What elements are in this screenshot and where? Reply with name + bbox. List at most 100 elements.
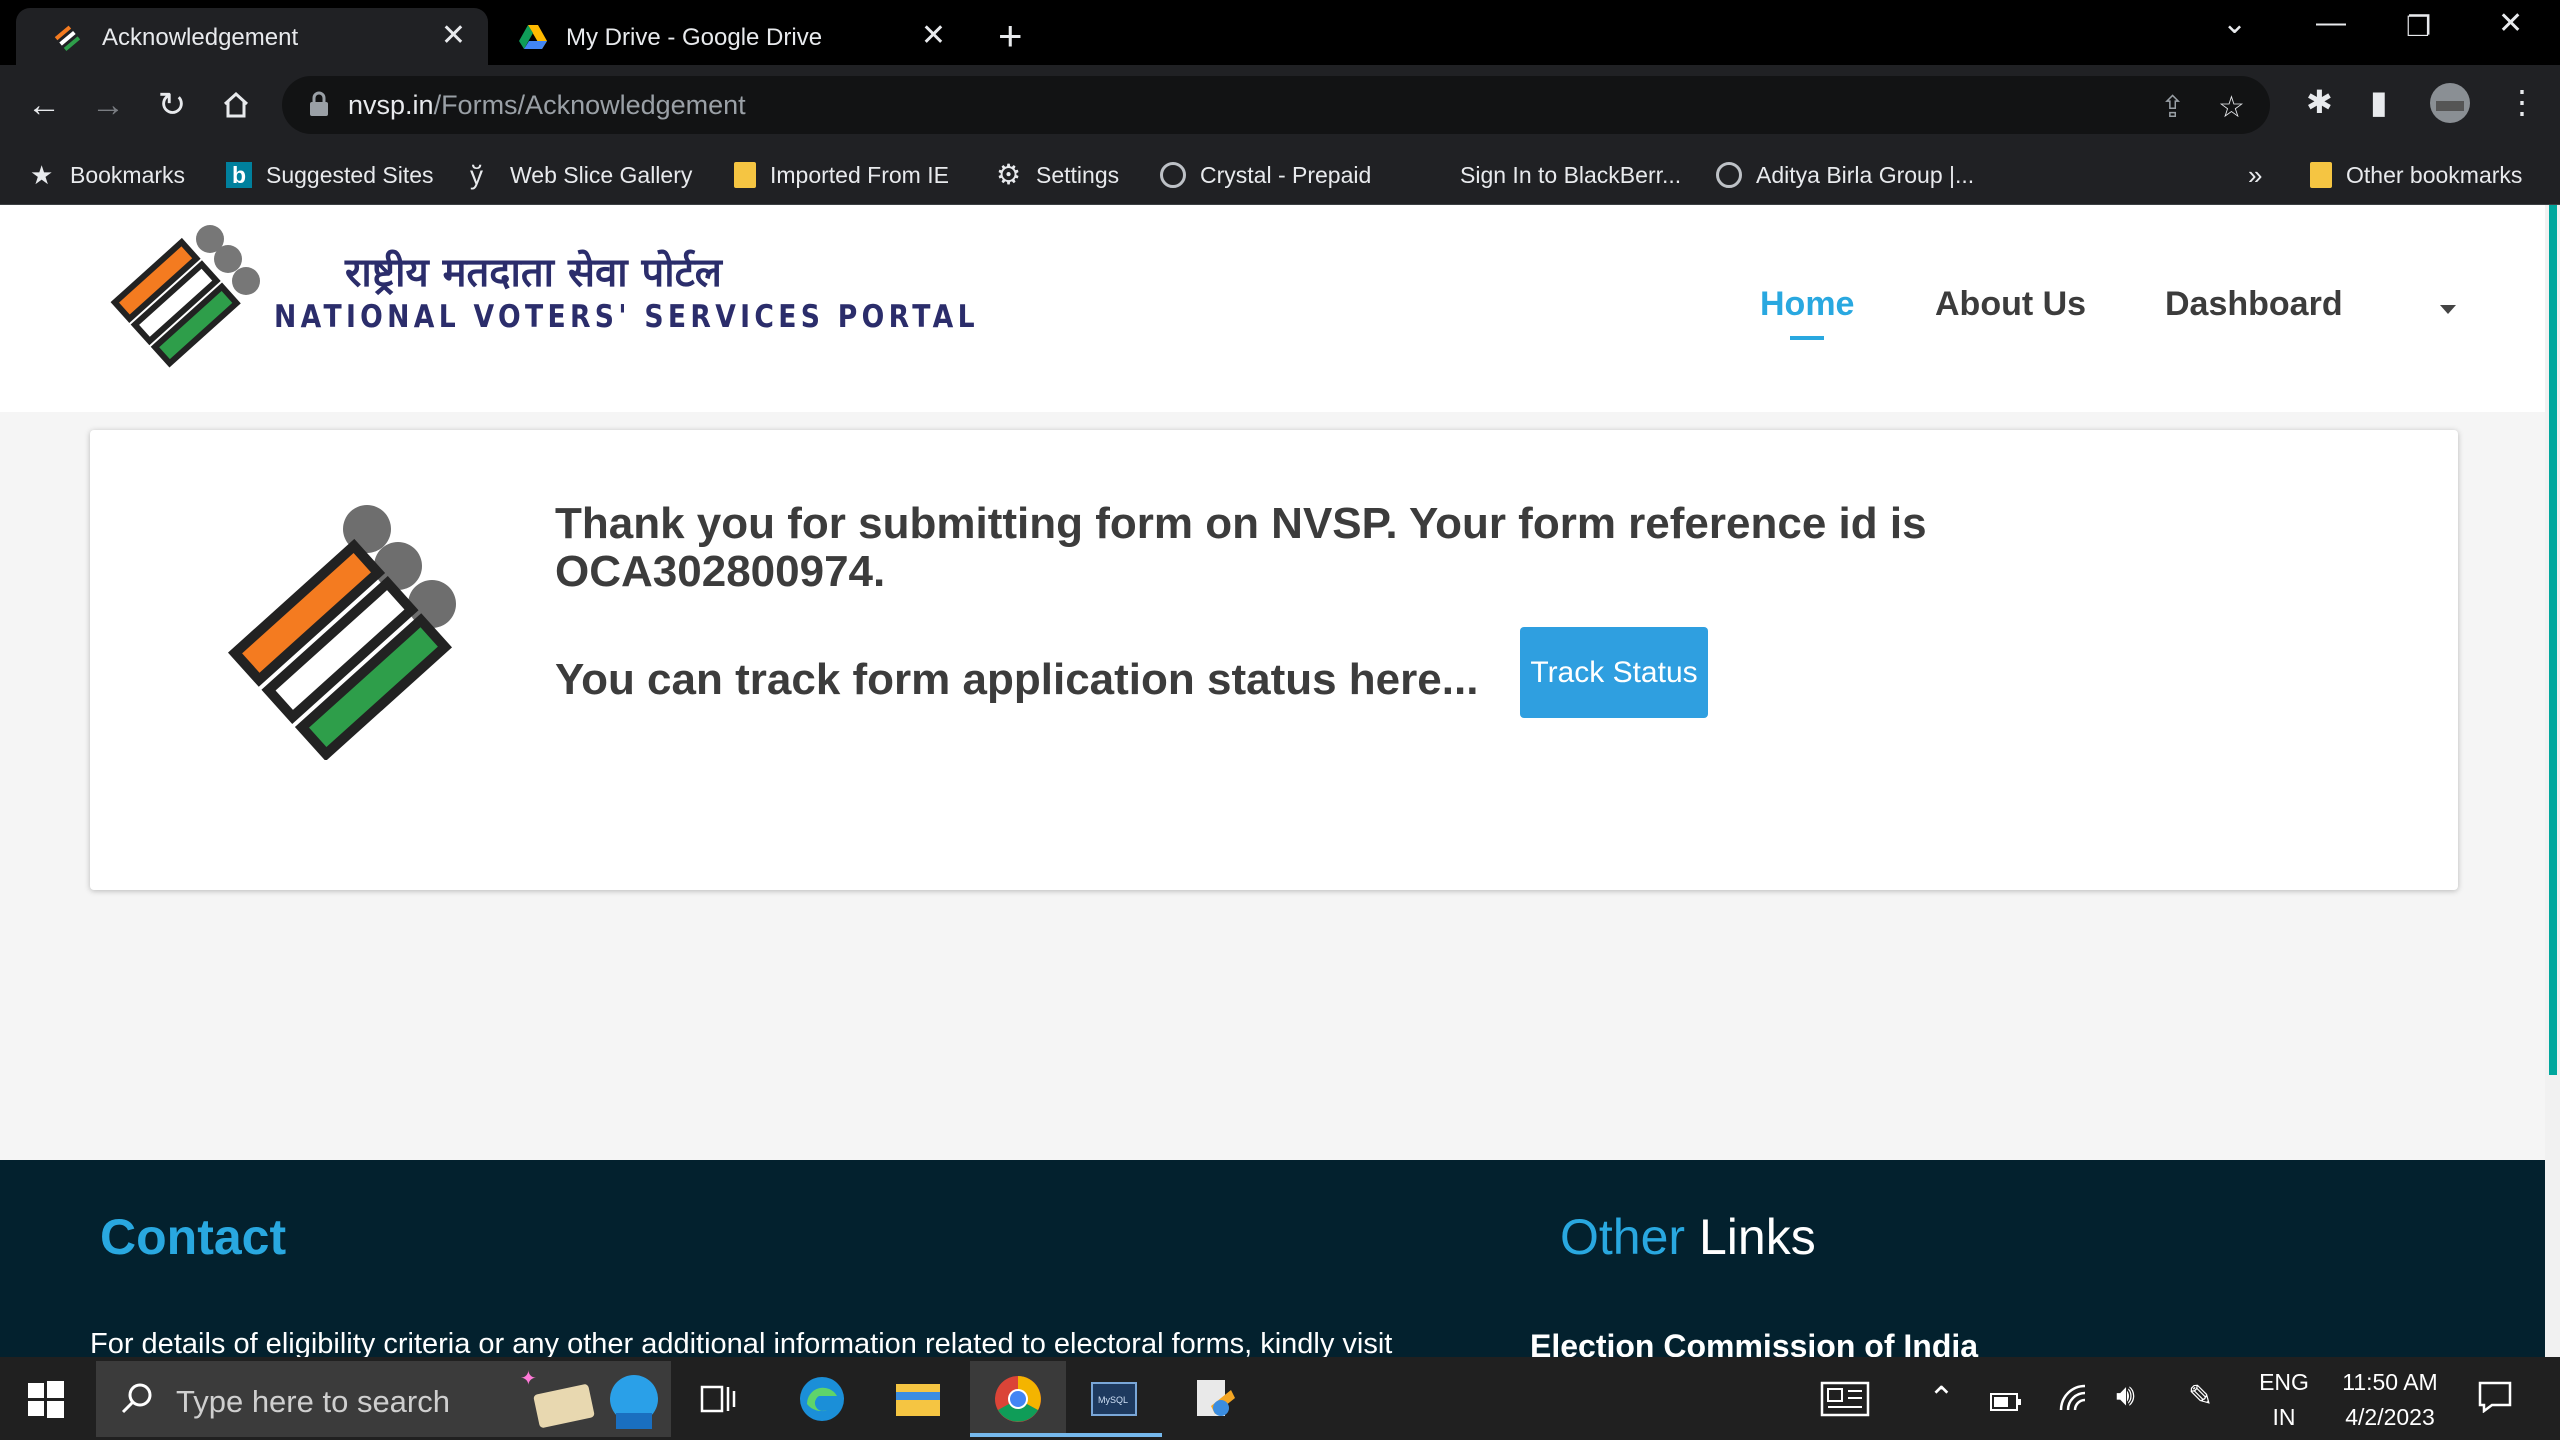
- tab-search-chevron-icon[interactable]: ⌄: [2222, 6, 2247, 41]
- windows-taskbar: Type here to search ✦ MySQL ⌃ 🔊︎ ✎ ENG I…: [0, 1357, 2560, 1440]
- url-text: nvsp.in/Forms/Acknowledgement: [348, 90, 746, 121]
- tab-title: Acknowledgement: [102, 24, 299, 51]
- nav-dashboard[interactable]: Dashboard: [2165, 285, 2343, 324]
- close-tab-icon[interactable]: ✕: [441, 18, 466, 53]
- overflow-chevron-icon: »: [2248, 159, 2263, 190]
- close-window-icon[interactable]: ✕: [2498, 6, 2523, 41]
- windows-start-icon[interactable]: [26, 1379, 66, 1419]
- clock-date: 4/2/2023: [2345, 1404, 2435, 1430]
- taskbar-search-box[interactable]: Type here to search ✦: [96, 1361, 671, 1437]
- forward-icon[interactable]: →: [84, 81, 132, 129]
- clock[interactable]: 11:50 AM 4/2/2023: [2330, 1369, 2450, 1431]
- track-status-button[interactable]: Track Status: [1520, 627, 1708, 718]
- nav-about-us[interactable]: About Us: [1935, 285, 2086, 324]
- search-placeholder: Type here to search: [176, 1384, 450, 1419]
- dropdown-caret-icon[interactable]: [2440, 305, 2456, 314]
- nav-home[interactable]: Home: [1760, 285, 1854, 340]
- bookmark-label: Crystal - Prepaid: [1200, 161, 1372, 188]
- svg-text:MySQL: MySQL: [1098, 1395, 1128, 1405]
- side-panel-icon[interactable]: ▮: [2370, 83, 2388, 121]
- bookmark-other-bookmarks[interactable]: Other bookmarks: [2310, 155, 2522, 195]
- footer-other-links-heading: Other Links: [1560, 1208, 1816, 1266]
- bookmark-label: Bookmarks: [70, 161, 186, 188]
- bookmark-suggested-sites[interactable]: b Suggested Sites: [226, 155, 434, 195]
- acknowledgement-card: Thank you for submitting form on NVSP. Y…: [90, 430, 2458, 890]
- search-highlight-illustration-icon: ✦: [520, 1368, 658, 1429]
- bookmark-aditya-birla[interactable]: Aditya Birla Group |...: [1716, 155, 1974, 195]
- chrome-menu-icon[interactable]: ⋮: [2506, 83, 2538, 121]
- brand-name-hindi: राष्ट्रीय मतदाता सेवा पोर्टल: [345, 249, 722, 296]
- home-icon[interactable]: [212, 81, 260, 129]
- notifications-icon[interactable]: [2478, 1381, 2512, 1421]
- bookmark-label: Suggested Sites: [266, 161, 434, 188]
- star-icon: ★: [30, 160, 54, 190]
- footer-contact-text: For details of eligibility criteria or a…: [90, 1328, 1393, 1357]
- language-indicator[interactable]: ENG IN: [2254, 1369, 2314, 1431]
- tab-google-drive[interactable]: My Drive - Google Drive ✕: [496, 8, 968, 65]
- chrome-taskbar-icon[interactable]: [970, 1361, 1066, 1437]
- browser-tab-strip: Acknowledgement ✕ My Drive - Google Driv…: [0, 0, 2560, 65]
- bookmark-label: Other bookmarks: [2346, 161, 2523, 188]
- page-viewport: राष्ट्रीय मतदाता सेवा पोर्टल NATIONAL VO…: [0, 205, 2560, 1357]
- profile-avatar[interactable]: [2428, 81, 2472, 133]
- gear-icon: ⚙: [996, 159, 1022, 190]
- folder-icon: [734, 162, 756, 188]
- reload-icon[interactable]: ↻: [148, 81, 196, 129]
- lock-icon[interactable]: [308, 90, 330, 118]
- scrollbar-thumb[interactable]: [2549, 205, 2557, 1075]
- bookmarks-overflow-button[interactable]: »: [2248, 155, 2262, 195]
- google-drive-icon: [519, 25, 547, 49]
- pen-icon[interactable]: ✎: [2188, 1379, 2213, 1414]
- bookmark-label: Imported From IE: [770, 161, 949, 188]
- back-icon[interactable]: ←: [20, 81, 68, 129]
- battery-icon[interactable]: [1990, 1387, 2022, 1421]
- tab-acknowledgement[interactable]: Acknowledgement ✕: [16, 8, 488, 65]
- restore-icon[interactable]: ❐: [2406, 10, 2431, 43]
- bookmark-settings[interactable]: ⚙ Settings: [996, 155, 1119, 195]
- clock-time: 11:50 AM: [2342, 1369, 2438, 1395]
- bookmark-bookmarks[interactable]: ★ Bookmarks: [30, 155, 185, 195]
- url-host: nvsp.in: [348, 90, 434, 120]
- bookmarks-bar: ★ Bookmarks b Suggested Sites ў Web Slic…: [0, 145, 2560, 205]
- folder-icon: [2310, 162, 2332, 188]
- search-icon: [121, 1383, 152, 1414]
- tab-title: My Drive - Google Drive: [566, 24, 823, 51]
- brand-name-english: NATIONAL VOTERS' SERVICES PORTAL: [274, 299, 979, 335]
- bookmark-web-slice-gallery[interactable]: ў Web Slice Gallery: [470, 155, 692, 195]
- browser-toolbar: ← → ↻ nvsp.in/Forms/Acknowledgement ⇪ ☆ …: [0, 65, 2560, 145]
- eci-logo[interactable]: [100, 217, 270, 387]
- bookmark-imported-from-ie[interactable]: Imported From IE: [734, 155, 949, 195]
- new-tab-button[interactable]: +: [998, 12, 1023, 60]
- bookmark-crystal-prepaid[interactable]: Crystal - Prepaid: [1160, 155, 1371, 195]
- volume-icon[interactable]: 🔊︎: [2116, 1379, 2135, 1413]
- close-tab-icon[interactable]: ✕: [921, 18, 946, 53]
- installer-taskbar-icon[interactable]: [1166, 1361, 1262, 1437]
- svg-text:✦: ✦: [520, 1368, 537, 1390]
- track-status-text: You can track form application status he…: [555, 655, 1479, 704]
- bookmark-label: Aditya Birla Group |...: [1756, 161, 1975, 188]
- bookmark-label: Settings: [1036, 161, 1120, 188]
- globe-icon: [1716, 162, 1742, 188]
- globe-icon: [1160, 162, 1186, 188]
- address-bar[interactable]: nvsp.in/Forms/Acknowledgement ⇪ ☆: [282, 76, 2270, 134]
- nvsp-favicon-icon: [54, 25, 81, 51]
- footer-eci-link[interactable]: Election Commission of India: [1530, 1328, 1978, 1357]
- extensions-icon[interactable]: ✱: [2306, 83, 2333, 121]
- footer-contact-heading: Contact: [100, 1209, 287, 1265]
- file-explorer-taskbar-icon[interactable]: [870, 1361, 966, 1437]
- language-code: ENG: [2259, 1369, 2309, 1395]
- mysql-taskbar-icon[interactable]: MySQL: [1066, 1361, 1162, 1437]
- news-widget-icon[interactable]: [1820, 1381, 1870, 1425]
- task-view-icon[interactable]: [670, 1361, 766, 1437]
- edge-taskbar-icon[interactable]: [774, 1361, 870, 1437]
- footer-links-word: Links: [1698, 1209, 1816, 1265]
- url-path: /Forms/Acknowledgement: [433, 90, 746, 120]
- minimize-icon[interactable]: —: [2316, 6, 2346, 40]
- show-hidden-icons-chevron-icon[interactable]: ⌃: [1928, 1379, 1955, 1417]
- bookmark-star-icon[interactable]: ☆: [2218, 90, 2245, 125]
- bookmark-label: Sign In to BlackBerr...: [1460, 161, 1682, 188]
- site-header: राष्ट्रीय मतदाता सेवा पोर्टल NATIONAL VO…: [0, 205, 2545, 412]
- wifi-icon[interactable]: [2058, 1383, 2088, 1421]
- bookmark-blackberry[interactable]: Sign In to BlackBerr...: [1460, 155, 1681, 195]
- share-icon[interactable]: ⇪: [2160, 90, 2185, 125]
